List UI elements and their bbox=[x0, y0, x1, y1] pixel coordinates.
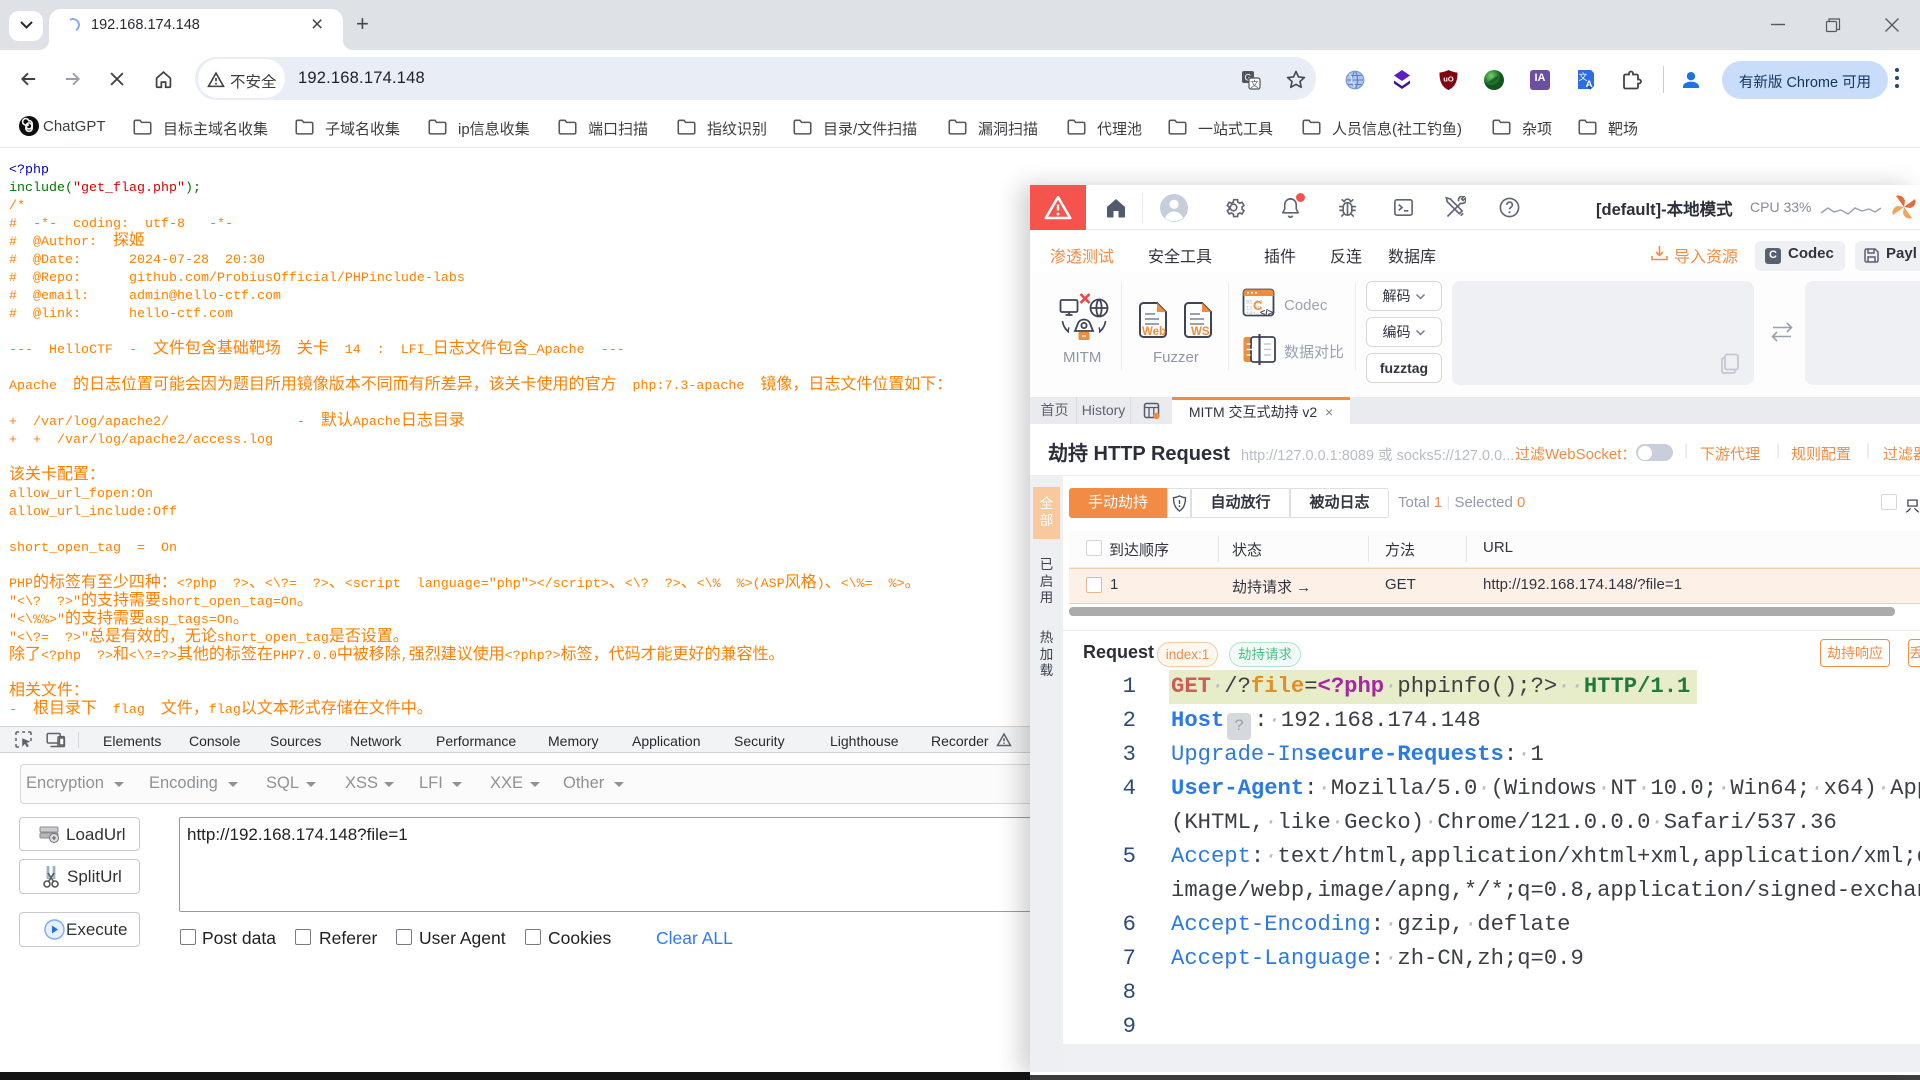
svg-text:WS: WS bbox=[1191, 326, 1210, 338]
svg-text:uO: uO bbox=[1443, 75, 1454, 84]
svg-text:A: A bbox=[1586, 79, 1593, 90]
svg-text:</>: </> bbox=[1260, 308, 1273, 318]
svg-text:文: 文 bbox=[1250, 78, 1259, 90]
svg-text:Web: Web bbox=[1142, 326, 1166, 338]
